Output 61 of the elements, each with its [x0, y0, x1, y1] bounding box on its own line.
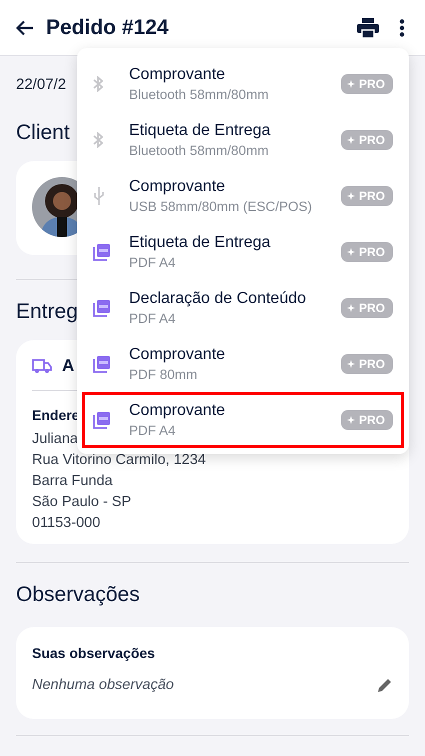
option-subtitle: PDF A4 — [129, 423, 177, 438]
pro-badge: PRO — [340, 354, 393, 374]
section-title: Observações — [16, 583, 140, 607]
option-subtitle: PDF A4 — [129, 311, 177, 326]
option-subtitle: Bluetooth 58mm/80mm — [129, 87, 270, 102]
notes-label: Suas observações — [32, 645, 155, 661]
sparkle-icon — [346, 191, 357, 201]
bluetooth-icon — [93, 76, 103, 92]
page-title: Pedido #124 — [46, 16, 170, 40]
more-options-icon — [399, 18, 405, 36]
pdf-icon — [93, 243, 111, 261]
print-option[interactable]: Comprovante Bluetooth 58mm/80mm PRO — [77, 56, 409, 112]
pro-badge: PRO — [340, 298, 393, 318]
print-option[interactable]: Comprovante PDF A4 PRO — [82, 392, 404, 448]
option-subtitle: USB 58mm/80mm (ESC/POS) — [129, 199, 314, 214]
pro-badge: PRO — [340, 410, 393, 430]
pro-badge: PRO — [340, 186, 393, 206]
address-line: 01153-000 — [32, 514, 100, 533]
print-option[interactable]: Comprovante PDF 80mm PRO — [77, 336, 409, 392]
sparkle-icon — [346, 247, 357, 257]
option-title: Declaração de Conteúdo — [129, 290, 308, 308]
pro-badge: PRO — [340, 74, 393, 94]
address-line: Rua Vitorino Carmilo, 1234 — [32, 451, 206, 470]
usb-icon — [93, 186, 105, 206]
option-title: Comprovante — [129, 346, 226, 364]
edit-icon[interactable] — [377, 677, 393, 693]
sparkle-icon — [346, 135, 357, 145]
option-title: Comprovante — [129, 66, 226, 84]
notes-value: Nenhuma observação — [32, 677, 174, 693]
truck-icon — [32, 358, 52, 374]
pdf-icon — [93, 411, 111, 429]
option-title: Comprovante — [129, 178, 226, 196]
print-option[interactable]: Etiqueta de Entrega Bluetooth 58mm/80mm PRO — [77, 112, 409, 168]
back-arrow-icon[interactable] — [16, 20, 34, 36]
address-line: Juliana — [32, 430, 78, 449]
order-date: 22/07/2 — [16, 76, 66, 93]
bluetooth-icon — [93, 132, 103, 148]
sparkle-icon — [346, 359, 357, 369]
delivery-method: A — [62, 356, 74, 376]
pdf-icon — [93, 355, 111, 373]
print-option[interactable]: Etiqueta de Entrega PDF A4 PRO — [77, 224, 409, 280]
section-title: Entreg — [16, 300, 78, 324]
pdf-icon — [93, 299, 111, 317]
option-subtitle: PDF A4 — [129, 255, 177, 270]
sparkle-icon — [346, 415, 357, 425]
address-label: Endere — [32, 407, 80, 423]
address-line: Barra Funda — [32, 472, 113, 491]
option-subtitle: Bluetooth 58mm/80mm — [129, 143, 270, 158]
section-title: Client — [16, 121, 70, 145]
option-title: Etiqueta de Entrega — [129, 122, 272, 140]
option-subtitle: PDF 80mm — [129, 367, 198, 382]
print-option[interactable]: Comprovante USB 58mm/80mm (ESC/POS) PRO — [77, 168, 409, 224]
sparkle-icon — [346, 303, 357, 313]
print-option[interactable]: Declaração de Conteúdo PDF A4 PRO — [77, 280, 409, 336]
option-title: Comprovante — [129, 402, 226, 420]
pro-badge: PRO — [340, 242, 393, 262]
printer-icon — [357, 18, 379, 38]
address-line: São Paulo - SP — [32, 493, 132, 512]
sparkle-icon — [346, 79, 357, 89]
pro-badge: PRO — [340, 130, 393, 150]
option-title: Etiqueta de Entrega — [129, 234, 272, 252]
